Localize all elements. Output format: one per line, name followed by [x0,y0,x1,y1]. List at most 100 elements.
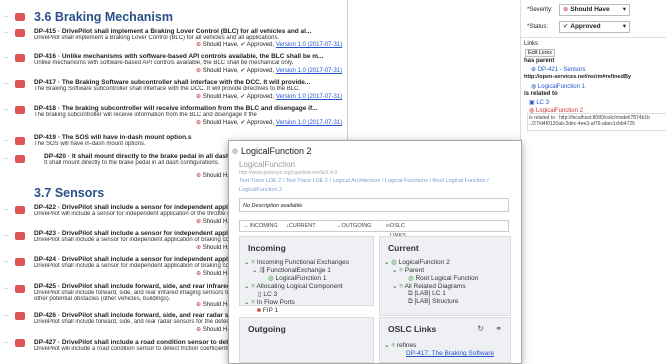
popup-url: http://www.polarsys.org/capella/core/fa/… [239,170,338,176]
outline-icon[interactable]: ⇔ [3,313,9,319]
outline-icon[interactable]: ⇔ [3,30,9,36]
popup-subtitle: LogicalFunction [239,160,296,169]
tree-item[interactable]: ⌄ ◍ LogicalFunction 2 [384,258,450,266]
tree-item[interactable]: ⌄ ≡ Allocating Logical Component [244,282,343,290]
req-type-icon[interactable] [15,232,25,240]
refresh-icon[interactable]: ↻ [477,324,484,333]
function-icon: ◍ [391,259,397,266]
tree-item[interactable]: ◍ Root Logical Function [408,274,478,282]
diagram-icon: ⧉ [408,298,413,305]
tree-label: Allocating Logical Component [256,283,343,290]
severity-icon: ⊕ [196,271,202,277]
outline-icon[interactable]: ⇔ [3,156,9,162]
requirement-row[interactable]: DP-416 · Unlike mechanisms with software… [34,53,354,66]
chevron-down-icon: ▾ [622,6,626,13]
oslc-link[interactable]: DP-417: The Braking Software [406,350,494,357]
outline-icon[interactable]: ⇔ [3,340,9,346]
tree-item[interactable]: ⧉ [LAB] Structure [408,298,459,306]
separator [521,37,666,38]
port-icon: ■ [257,307,261,314]
req-type-icon[interactable] [15,106,25,114]
tree-label: Root Logical Function [415,275,479,282]
popup-title: LogicalFunction 2 [241,146,312,156]
chevron-down-icon: ▾ [622,23,626,30]
meta-severity: Should Have, [202,68,239,74]
requirement-meta: ⊕ Should Have, ✔ Approved, Version 1.0 (… [196,41,342,48]
component-icon: ▯ [258,291,262,298]
tree-item[interactable]: ■ FIP 1 [257,307,278,314]
breadcrumb[interactable]: Test Trace LDE 2 / Test Trace LDE 2 / Lo… [239,177,509,195]
status-label: *Status: [527,24,549,30]
tree-label: LogicalFunction 1 [275,275,327,282]
severity-select[interactable]: ⊕ Should Have ▾ [559,4,630,16]
link-icon[interactable]: ⚭ [495,324,502,333]
lc3-link[interactable]: ▣ LC 3 [529,99,549,106]
requirement-row[interactable]: DP-417 · The Braking Software subcontrol… [34,79,354,92]
status-select[interactable]: ✔ Approved ▾ [559,21,630,33]
requirement-row[interactable]: DP-415 · DrivePilot shall implement a Br… [34,28,354,41]
oslc-panel: OSLC Links ↻ ⚭ ⌄ ≡ refines DP-417: The B… [379,317,511,363]
requirement-title: DP-418 · The braking subcontroller will … [34,105,318,112]
tree-item[interactable]: ◍ LogicalFunction 1 [268,274,326,282]
oslc-heading: OSLC Links [388,324,437,334]
tree-item[interactable]: ⌄ ⇶ FunctionalExchange 1 [252,266,331,274]
version-link[interactable]: Version 1.0 (2017-07-31) [276,120,342,126]
outline-icon[interactable]: ⇔ [3,138,9,144]
req-type-icon[interactable] [15,206,25,214]
logical-function-link[interactable]: ◍ LogicalFunction 1 [531,83,585,90]
requirement-text: The Braking Software subcontroller shall… [34,86,301,92]
outline-icon[interactable]: ⇔ [3,207,9,213]
outline-icon[interactable]: ⇔ [3,259,9,265]
tab-oslc-links[interactable]: ∞ OSLC LINKS [386,221,406,239]
meta-status: Approved, [246,42,275,48]
version-link[interactable]: Version 1.0 (2017-07-31) [276,94,342,100]
requirement-title: DP-416 · Unlike mechanisms with software… [34,53,324,60]
incoming-heading: Incoming [248,243,286,253]
tree-label: Incoming Functional Exchanges [256,259,350,266]
req-type-icon[interactable] [15,54,25,62]
folder-icon: ≡ [251,259,256,266]
links-heading: Links [524,41,539,47]
parent-link[interactable]: ⊕ DP-421 - Sensors [531,66,585,73]
tree-item[interactable]: ⧉ [LAB] LC 1 [408,290,446,298]
req-type-icon[interactable] [15,258,25,266]
tree-item[interactable]: ⌄ ≡ refines [384,341,416,349]
req-type-icon[interactable] [15,155,25,163]
tab-incoming[interactable]: ← INCOMING [244,221,278,231]
req-type-icon[interactable] [15,137,25,145]
outline-icon[interactable]: ⇔ [3,233,9,239]
tab-current[interactable]: ↓ CURRENT [286,221,316,231]
req-type-icon[interactable] [15,13,25,21]
approved-icon: ✔ [563,23,569,30]
tree-label: In Flow Ports [256,299,295,306]
incoming-panel: Incoming ⌄ ≡ Incoming Functional Exchang… [239,236,374,306]
gutter: ⇔ ⇔ ⇔ ⇔ ⇔ ⇔ ⇔ ⇔ ⇔ ⇔ ⇔ ⇔ ⇔ [0,0,30,362]
outline-icon[interactable]: ⇔ [3,107,9,113]
req-type-icon[interactable] [15,285,25,293]
section-heading: 3.7 Sensors [34,186,105,200]
has-parent-label: has parent [524,58,555,64]
outline-icon[interactable]: ⇔ [3,55,9,61]
tab-outgoing-label: OUTGOING [341,223,372,229]
version-link[interactable]: Version 1.0 (2017-07-31) [276,42,342,48]
meta-status: Approved, [246,94,275,100]
outline-icon[interactable]: ⇔ [3,81,9,87]
outline-icon[interactable]: ⇔ [3,14,9,20]
edit-links-button[interactable]: Edit Links [525,49,555,57]
tree-item[interactable]: ⌄ ≡ Incoming Functional Exchanges [244,258,349,266]
outline-icon[interactable]: ⇔ [3,286,9,292]
tree-label: FunctionalExchange 1 [266,267,331,274]
tree-item[interactable]: ⌄ ≡ Parent [392,266,424,274]
req-type-icon[interactable] [15,29,25,37]
requirement-meta: ⊕ Should Have, ✔ Approved, Version 1.0 (… [196,93,342,100]
version-link[interactable]: Version 1.0 (2017-07-31) [276,68,342,74]
req-type-icon[interactable] [15,312,25,320]
requirement-row[interactable]: DP-418 · The braking subcontroller will … [34,105,354,118]
req-type-icon[interactable] [15,80,25,88]
req-type-icon[interactable] [15,339,25,347]
tab-outgoing[interactable]: → OUTGOING [336,221,371,231]
tree-label: All Related Diagrams [404,283,466,290]
tree-item[interactable]: ▯ LC 3 [258,290,277,298]
tree-item[interactable]: ⌄ ≡ All Related Diagrams [392,282,466,290]
tree-item[interactable]: ⌄ ≡ In Flow Ports [244,298,295,306]
